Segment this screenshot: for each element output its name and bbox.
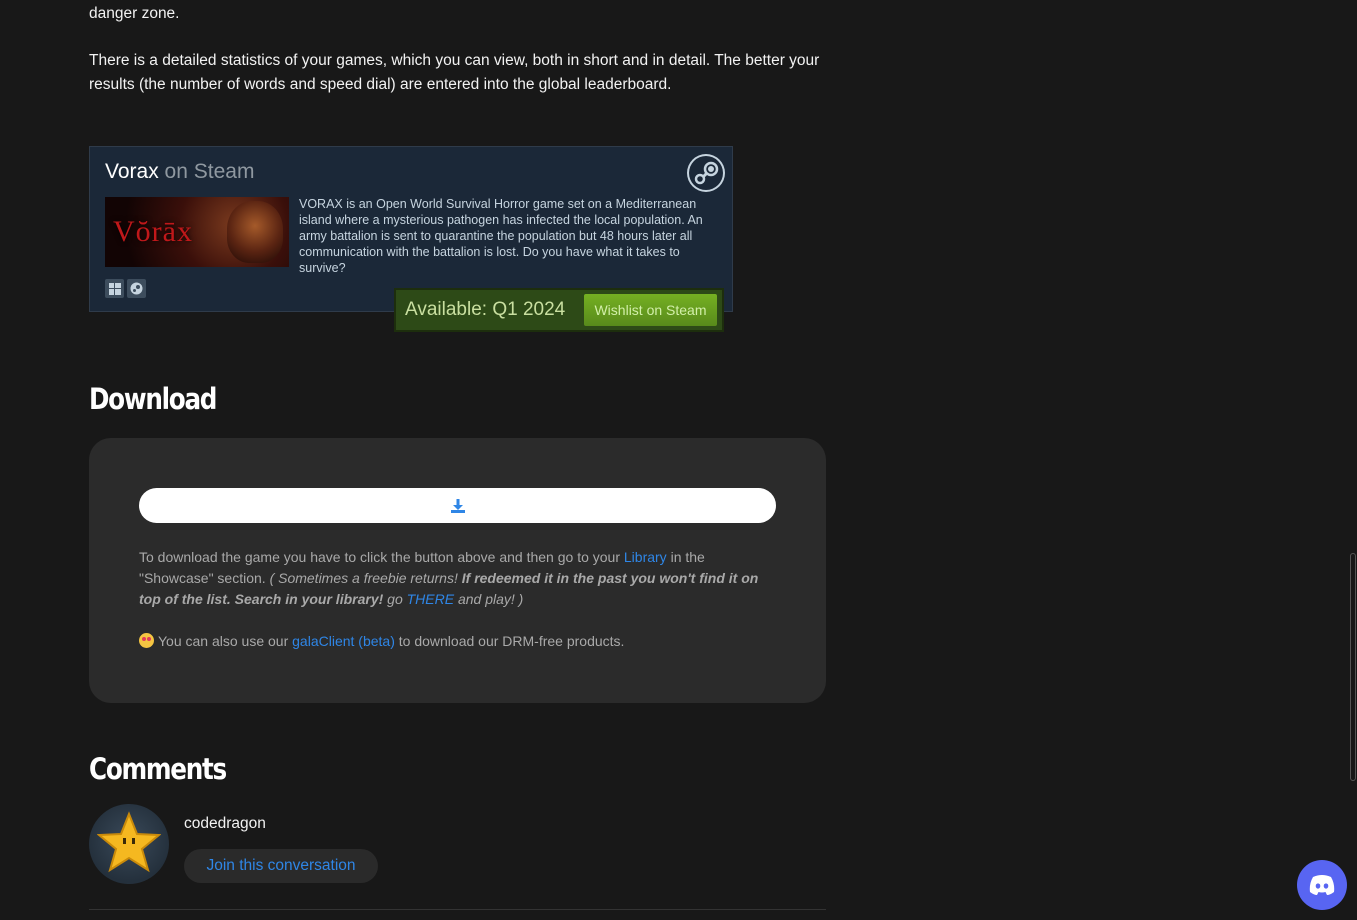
capsule-logo: Vŏrāx bbox=[113, 215, 193, 248]
download-icon bbox=[450, 498, 465, 513]
windows-icon bbox=[105, 279, 124, 298]
download-button[interactable] bbox=[139, 488, 776, 523]
freebie-note: ( Sometimes a freebie returns! bbox=[269, 570, 462, 586]
intro-paragraph-end: danger zone. bbox=[89, 5, 180, 22]
wishlist-button[interactable]: Wishlist on Steam bbox=[584, 294, 717, 326]
client-note-text-2: to download our DRM-free products. bbox=[394, 633, 625, 649]
capsule-face-art bbox=[227, 201, 283, 263]
comments-divider bbox=[89, 909, 826, 910]
library-link[interactable]: Library bbox=[624, 549, 667, 565]
steam-purchase-bar: Available: Q1 2024 Wishlist on Steam bbox=[394, 288, 724, 332]
galaclient-link[interactable]: galaClient (beta) bbox=[292, 633, 395, 649]
comment-username: codedragon bbox=[184, 815, 266, 832]
play-text: and play! ) bbox=[454, 591, 524, 607]
steam-widget-title[interactable]: Vorax on Steam bbox=[105, 160, 254, 184]
intro-paragraph-stats: There is a detailed statistics of your g… bbox=[89, 52, 820, 93]
star-icon bbox=[97, 811, 161, 873]
discord-icon bbox=[1309, 875, 1335, 895]
client-note: You can also use our galaClient (beta) t… bbox=[139, 631, 769, 652]
game-capsule-image[interactable]: Vŏrāx bbox=[105, 197, 289, 267]
availability-label: Available: Q1 2024 bbox=[405, 299, 566, 320]
discord-button[interactable] bbox=[1297, 860, 1347, 910]
download-panel: To download the game you have to click t… bbox=[89, 438, 826, 703]
star-struck-emoji-icon bbox=[139, 633, 154, 648]
scrollbar[interactable] bbox=[1348, 0, 1357, 920]
download-heading: Download bbox=[89, 382, 217, 416]
join-conversation-button[interactable]: Join this conversation bbox=[184, 849, 378, 883]
platform-icons bbox=[105, 279, 146, 298]
there-link[interactable]: THERE bbox=[407, 591, 454, 607]
client-note-text: You can also use our bbox=[158, 633, 293, 649]
go-text: go bbox=[383, 591, 407, 607]
avatar bbox=[89, 804, 169, 884]
instructions-text: To download the game you have to click t… bbox=[139, 549, 624, 565]
comments-heading: Comments bbox=[89, 752, 227, 786]
download-instructions: To download the game you have to click t… bbox=[139, 547, 769, 610]
game-description: VORAX is an Open World Survival Horror g… bbox=[299, 197, 703, 275]
scrollbar-thumb[interactable] bbox=[1350, 553, 1356, 781]
steam-icon bbox=[127, 279, 146, 298]
steam-logo-icon bbox=[687, 154, 725, 192]
game-name: Vorax bbox=[105, 160, 159, 183]
on-steam-label: on Steam bbox=[164, 160, 255, 183]
